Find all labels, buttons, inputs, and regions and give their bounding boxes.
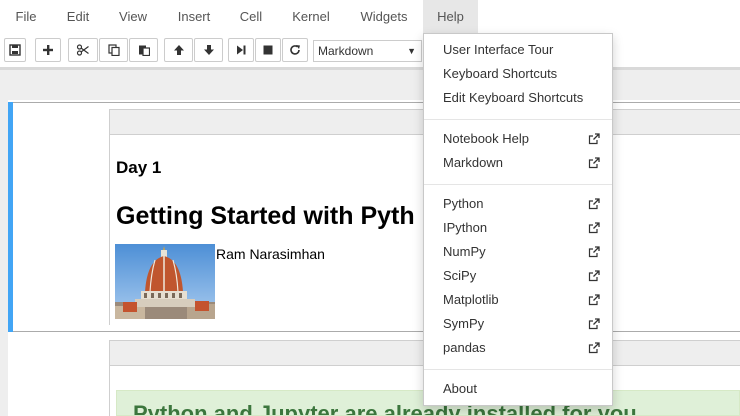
menu-item-ipython[interactable]: IPython: [443, 217, 608, 239]
menu-edit[interactable]: Edit: [58, 0, 98, 33]
interrupt-button[interactable]: [255, 38, 281, 62]
menu-item-label: Python: [443, 196, 484, 211]
heading-day: Day 1: [116, 158, 162, 177]
menu-item-about[interactable]: About: [443, 378, 608, 400]
external-link-icon: [588, 246, 600, 258]
save-icon: [9, 44, 21, 56]
stop-icon: [263, 45, 273, 55]
menu-item-scipy[interactable]: SciPy: [443, 265, 608, 287]
heading-title: Getting Started with Pyth: [116, 202, 415, 230]
menu-item-label: IPython: [443, 220, 488, 235]
menu-divider: [424, 119, 612, 120]
external-link-icon: [588, 157, 600, 169]
selected-cell-indicator: [8, 102, 13, 332]
help-dropdown-menu: User Interface Tour Keyboard Shortcuts E…: [423, 33, 613, 406]
menubar: File Edit View Insert Cell Kernel Widget…: [0, 0, 740, 34]
plus-icon: [43, 45, 53, 55]
florence-duomo-image: [115, 244, 215, 319]
menu-item-sympy[interactable]: SymPy: [443, 313, 608, 335]
external-link-icon: [588, 198, 600, 210]
menu-item-label: About: [443, 381, 477, 396]
cell-type-select[interactable]: Markdown ▼: [313, 40, 422, 62]
step-forward-icon: [237, 45, 246, 55]
copy-icon: [107, 44, 120, 56]
menu-item-label: SciPy: [443, 268, 477, 283]
menu-view[interactable]: View: [111, 0, 155, 33]
menu-item-user-interface-tour[interactable]: User Interface Tour: [443, 39, 608, 61]
menu-item-label: User Interface Tour: [443, 42, 554, 57]
toolbar: Markdown ▼: [0, 33, 740, 67]
menu-item-edit-keyboard-shortcuts[interactable]: Edit Keyboard Shortcuts: [443, 87, 608, 109]
menu-item-label: Keyboard Shortcuts: [443, 66, 558, 81]
move-up-button[interactable]: [164, 38, 193, 62]
external-link-icon: [588, 342, 600, 354]
menu-item-label: Matplotlib: [443, 292, 499, 307]
caret-down-icon: ▼: [407, 46, 416, 56]
external-link-icon: [588, 133, 600, 145]
cut-icon: [76, 44, 89, 56]
menu-divider: [424, 369, 612, 370]
menu-item-numpy[interactable]: NumPy: [443, 241, 608, 263]
header-strip: [0, 67, 740, 87]
external-link-icon: [588, 318, 600, 330]
restart-button[interactable]: [282, 38, 308, 62]
cut-button[interactable]: [68, 38, 98, 62]
arrow-up-icon: [173, 45, 184, 55]
menu-file[interactable]: File: [6, 0, 46, 33]
insert-cell-button[interactable]: [35, 38, 61, 62]
external-link-icon: [588, 270, 600, 282]
menu-insert[interactable]: Insert: [170, 0, 218, 33]
author-name: Ram Narasimhan: [216, 246, 325, 262]
move-down-button[interactable]: [194, 38, 223, 62]
menu-help[interactable]: Help: [423, 0, 478, 33]
menu-item-pandas[interactable]: pandas: [443, 337, 608, 359]
copy-button[interactable]: [99, 38, 128, 62]
menu-item-label: NumPy: [443, 244, 486, 259]
menu-item-keyboard-shortcuts[interactable]: Keyboard Shortcuts: [443, 63, 608, 85]
external-link-icon: [588, 222, 600, 234]
menu-item-label: Notebook Help: [443, 131, 529, 146]
menu-cell[interactable]: Cell: [231, 0, 271, 33]
menu-item-python[interactable]: Python: [443, 193, 608, 215]
external-link-icon: [588, 294, 600, 306]
menu-item-markdown[interactable]: Markdown: [443, 152, 608, 174]
menu-item-matplotlib[interactable]: Matplotlib: [443, 289, 608, 311]
header-divider: [0, 67, 740, 70]
menu-widgets[interactable]: Widgets: [352, 0, 416, 33]
menu-divider: [424, 184, 612, 185]
paste-button[interactable]: [129, 38, 158, 62]
menu-item-label: SymPy: [443, 316, 485, 331]
run-button[interactable]: [228, 38, 254, 62]
menu-item-label: Edit Keyboard Shortcuts: [443, 90, 584, 105]
menu-item-notebook-help[interactable]: Notebook Help: [443, 128, 608, 150]
cell-type-value: Markdown: [318, 44, 374, 58]
save-button[interactable]: [4, 38, 26, 62]
refresh-icon: [290, 45, 300, 55]
arrow-down-icon: [203, 45, 214, 55]
paste-icon: [138, 45, 150, 56]
menu-item-label: pandas: [443, 340, 486, 355]
menu-item-label: Markdown: [443, 155, 503, 170]
menu-kernel[interactable]: Kernel: [283, 0, 339, 33]
